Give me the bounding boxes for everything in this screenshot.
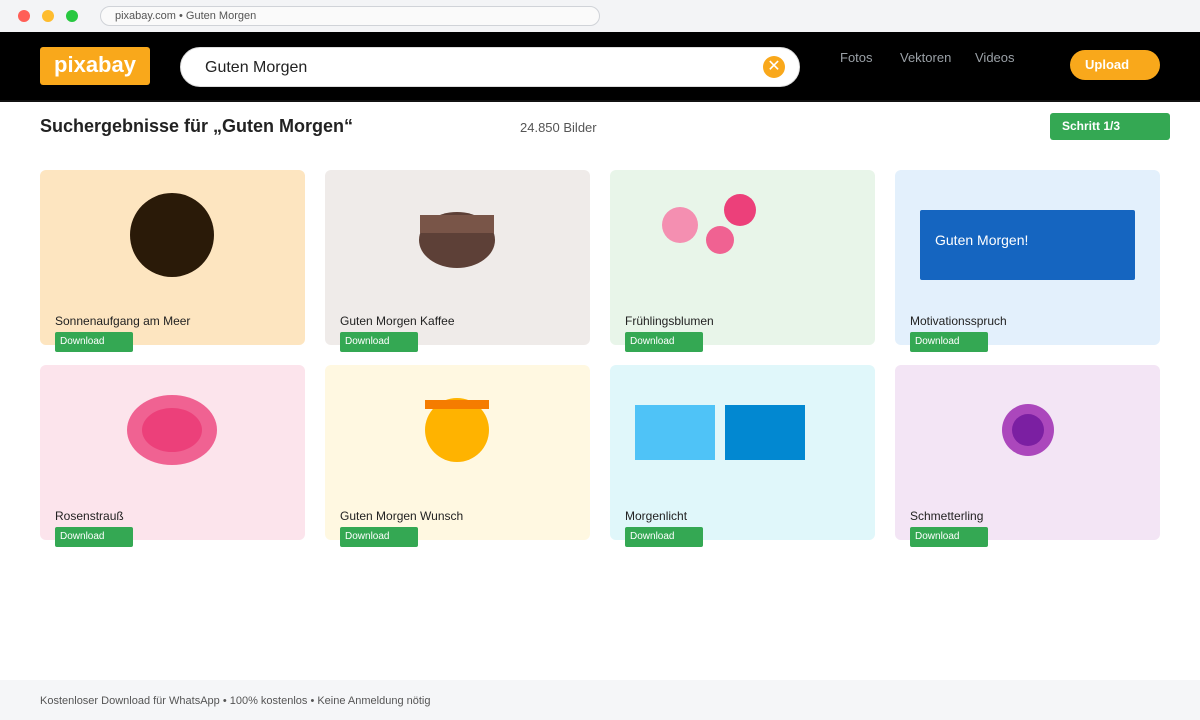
results-title: Suchergebnisse für „Guten Morgen“	[40, 116, 354, 136]
search-input[interactable]	[205, 56, 745, 80]
address-bar[interactable]: pixabay.com • Guten Morgen	[100, 6, 600, 26]
image-card[interactable]: Morgenlicht Download	[610, 365, 875, 547]
nav-vektoren[interactable]: Vektoren	[900, 50, 951, 65]
card-label: Frühlingsblumen	[625, 314, 714, 328]
download-button[interactable]: Download	[625, 527, 703, 547]
download-button[interactable]: Download	[55, 527, 133, 547]
step-button[interactable]: Schritt 1/3	[1050, 113, 1170, 140]
nav-fotos[interactable]: Fotos	[840, 50, 873, 65]
card-label: Sonnenaufgang am Meer	[55, 314, 191, 328]
maximize-window-icon[interactable]	[66, 10, 78, 22]
site-header: pixabay ✕ Fotos Vektoren Videos Upload	[0, 32, 1200, 102]
image-card[interactable]: Sonnenaufgang am Meer Download	[40, 170, 305, 352]
image-card[interactable]: Guten Morgen Kaffee Download	[325, 170, 590, 352]
results-count: 24.850 Bilder	[520, 120, 597, 135]
flowers-image[interactable]	[610, 170, 875, 310]
card-label: Schmetterling	[910, 509, 984, 523]
card-label: Morgenlicht	[625, 509, 688, 523]
card-label: Rosenstrauß	[55, 509, 124, 523]
download-button[interactable]: Download	[625, 332, 703, 352]
coffee-cup-image[interactable]	[325, 170, 590, 310]
image-card[interactable]: Guten Morgen! Motivationsspruch Download	[895, 170, 1160, 352]
image-card[interactable]: Schmetterling Download	[895, 365, 1160, 547]
rose-image[interactable]	[40, 365, 305, 505]
card-label: Guten Morgen Kaffee	[340, 314, 455, 328]
banner-text: Guten Morgen!	[935, 232, 1028, 248]
sun-image[interactable]	[40, 170, 305, 310]
sun-wish-image[interactable]	[325, 365, 590, 505]
close-window-icon[interactable]	[18, 10, 30, 22]
image-card[interactable]: Guten Morgen Wunsch Download	[325, 365, 590, 547]
quote-banner-image[interactable]: Guten Morgen!	[895, 170, 1160, 310]
pixabay-logo[interactable]: pixabay	[40, 47, 150, 85]
site-footer: Kostenloser Download für WhatsApp • 100%…	[0, 680, 1200, 720]
image-card[interactable]: Rosenstrauß Download	[40, 365, 305, 547]
morning-light-image[interactable]	[610, 365, 875, 505]
card-label: Motivationsspruch	[910, 314, 1007, 328]
download-button[interactable]: Download	[910, 527, 988, 547]
download-button[interactable]: Download	[340, 332, 418, 352]
download-button[interactable]: Download	[55, 332, 133, 352]
browser-chrome: pixabay.com • Guten Morgen	[0, 0, 1200, 32]
download-button[interactable]: Download	[340, 527, 418, 547]
clear-search-icon[interactable]: ✕	[763, 56, 785, 78]
minimize-window-icon[interactable]	[42, 10, 54, 22]
search-bar: ✕	[180, 47, 800, 87]
image-card[interactable]: Frühlingsblumen Download	[610, 170, 875, 352]
butterfly-image[interactable]	[895, 365, 1160, 505]
card-label: Guten Morgen Wunsch	[340, 509, 464, 523]
download-button[interactable]: Download	[910, 332, 988, 352]
upload-button[interactable]: Upload	[1070, 50, 1160, 80]
nav-videos[interactable]: Videos	[975, 50, 1015, 65]
